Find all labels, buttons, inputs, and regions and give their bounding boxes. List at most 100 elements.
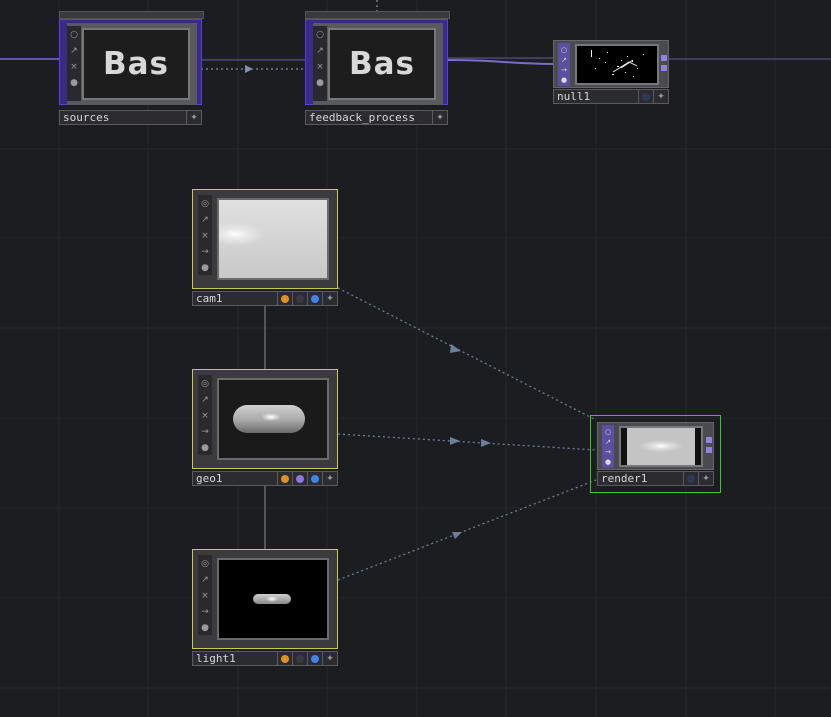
bomb-flag-icon[interactable]: ● (68, 76, 80, 90)
node-flags: ○ ↗ → ● (558, 43, 570, 86)
node-label-bar: null1 ✦ (553, 89, 669, 104)
close-flag-icon[interactable]: × (199, 589, 211, 603)
render-flag-icon[interactable] (278, 651, 293, 666)
output-connector[interactable] (706, 437, 712, 443)
lock-flag-icon[interactable]: ↗ (199, 573, 211, 587)
pin-icon[interactable]: ✦ (323, 291, 338, 306)
display-toggle-icon[interactable]: ✦ (654, 89, 669, 104)
lock-flag-icon[interactable]: ↗ (199, 213, 211, 227)
node-label-bar: geo1 ✦ (192, 471, 338, 486)
geometry-preview[interactable] (217, 378, 329, 460)
capsule-shape (233, 405, 305, 433)
output-connector[interactable] (661, 65, 667, 71)
node-body: ○ ↗ → ● (597, 422, 714, 470)
pin-icon[interactable]: ✦ (323, 471, 338, 486)
node-cam1[interactable]: ◎ ↗ × → ● cam1 ✦ (192, 189, 338, 308)
viewer-toggle-icon[interactable]: ✦ (433, 110, 448, 125)
particles-preview (591, 50, 644, 77)
bypass-flag-icon[interactable]: ○ (558, 45, 570, 55)
arrow-flag-icon[interactable]: → (199, 425, 211, 439)
lock-flag-icon[interactable]: ↗ (314, 44, 326, 58)
bypass-flag-icon[interactable]: ◎ (199, 197, 211, 211)
node-label-null1[interactable]: null1 (553, 89, 639, 104)
viewer-toggle-icon[interactable] (684, 471, 699, 486)
bypass-flag-icon[interactable]: ○ (68, 28, 80, 42)
node-label-cam1[interactable]: cam1 (192, 291, 278, 306)
bypass-flag-icon[interactable]: ◎ (199, 377, 211, 391)
node-label-feedback-process[interactable]: feedback_process (305, 110, 433, 125)
node-geo1[interactable]: ◎ ↗ × → ● geo1 ✦ (192, 369, 338, 488)
lock-flag-icon[interactable]: ↗ (68, 44, 80, 58)
bomb-flag-icon[interactable]: ● (602, 457, 614, 467)
render-flag-icon[interactable] (278, 471, 293, 486)
close-flag-icon[interactable]: × (314, 60, 326, 74)
node-label-sources[interactable]: sources (59, 110, 187, 125)
bomb-flag-icon[interactable]: ● (199, 261, 211, 275)
lock-flag-icon[interactable]: ↗ (199, 393, 211, 407)
node-light1[interactable]: ◎ ↗ × → ● light1 ✦ (192, 549, 338, 668)
node-preview[interactable]: Bas (82, 28, 190, 100)
node-tab (305, 11, 450, 19)
node-label-bar: sources ✦ (59, 110, 202, 125)
node-sources[interactable]: ○ ↗ × ● Bas sources ✦ (59, 11, 204, 127)
node-body: ◎ ↗ × → ● (192, 369, 338, 469)
node-flags: ○ ↗ → ● (602, 425, 614, 468)
display-flag-icon[interactable] (293, 471, 308, 486)
pin-icon[interactable]: ✦ (323, 651, 338, 666)
node-feedback-process[interactable]: ○ ↗ × ● Bas feedback_process ✦ (305, 11, 450, 127)
node-render1[interactable]: ○ ↗ → ● render1 ✦ (590, 415, 721, 493)
light-preview[interactable] (217, 558, 329, 640)
close-flag-icon[interactable]: × (199, 409, 211, 423)
viewer-flag-icon[interactable] (308, 651, 323, 666)
lock-flag-icon[interactable]: ↗ (602, 437, 614, 447)
node-tab (59, 11, 204, 19)
close-flag-icon[interactable]: → (558, 65, 570, 75)
bypass-flag-icon[interactable]: ○ (602, 427, 614, 437)
lock-flag-icon[interactable]: ↗ (558, 55, 570, 65)
node-label-light1[interactable]: light1 (192, 651, 278, 666)
node-label-render1[interactable]: render1 (597, 471, 684, 486)
node-label-bar: cam1 ✦ (192, 291, 338, 306)
arrow-flag-icon[interactable]: → (199, 605, 211, 619)
node-null1[interactable]: ○ ↗ → ● null1 ✦ (553, 40, 669, 105)
node-label-geo1[interactable]: geo1 (192, 471, 278, 486)
bomb-flag-icon[interactable]: ● (199, 441, 211, 455)
node-label-bar: light1 ✦ (192, 651, 338, 666)
render-flag-icon[interactable] (278, 291, 293, 306)
node-preview[interactable]: Bas (328, 28, 436, 100)
node-flags: ○ ↗ × ● (313, 26, 327, 101)
viewer-flag-icon[interactable] (308, 471, 323, 486)
node-body: ○ ↗ × ● Bas (59, 19, 202, 105)
bypass-flag-icon[interactable]: ◎ (199, 557, 211, 571)
node-body: ◎ ↗ × → ● (192, 549, 338, 649)
output-connector[interactable] (661, 55, 667, 61)
close-flag-icon[interactable]: → (602, 447, 614, 457)
light-capsule-shape (253, 594, 291, 604)
display-flag-icon[interactable] (293, 651, 308, 666)
node-label-bar: render1 ✦ (597, 471, 714, 486)
node-preview[interactable] (575, 44, 659, 85)
display-toggle-icon[interactable]: ✦ (699, 471, 714, 486)
close-flag-icon[interactable]: × (68, 60, 80, 74)
bomb-flag-icon[interactable]: ● (558, 75, 570, 85)
node-body: ○ ↗ × ● Bas (305, 19, 448, 105)
node-flags: ◎ ↗ × → ● (198, 375, 212, 455)
node-body: ○ ↗ → ● (553, 40, 669, 88)
node-body: ◎ ↗ × → ● (192, 189, 338, 289)
bomb-flag-icon[interactable]: ● (314, 76, 326, 90)
camera-preview[interactable] (217, 198, 329, 280)
output-connector[interactable] (706, 447, 712, 453)
close-flag-icon[interactable]: × (199, 229, 211, 243)
viewer-toggle-icon[interactable] (639, 89, 654, 104)
bypass-flag-icon[interactable]: ○ (314, 28, 326, 42)
node-flags: ○ ↗ × ● (67, 26, 81, 101)
viewer-toggle-icon[interactable]: ✦ (187, 110, 202, 125)
node-flags: ◎ ↗ × → ● (198, 195, 212, 275)
node-label-bar: feedback_process ✦ (305, 110, 448, 125)
render-preview[interactable] (619, 426, 703, 467)
arrow-flag-icon[interactable]: → (199, 245, 211, 259)
node-flags: ◎ ↗ × → ● (198, 555, 212, 635)
display-flag-icon[interactable] (293, 291, 308, 306)
bomb-flag-icon[interactable]: ● (199, 621, 211, 635)
viewer-flag-icon[interactable] (308, 291, 323, 306)
